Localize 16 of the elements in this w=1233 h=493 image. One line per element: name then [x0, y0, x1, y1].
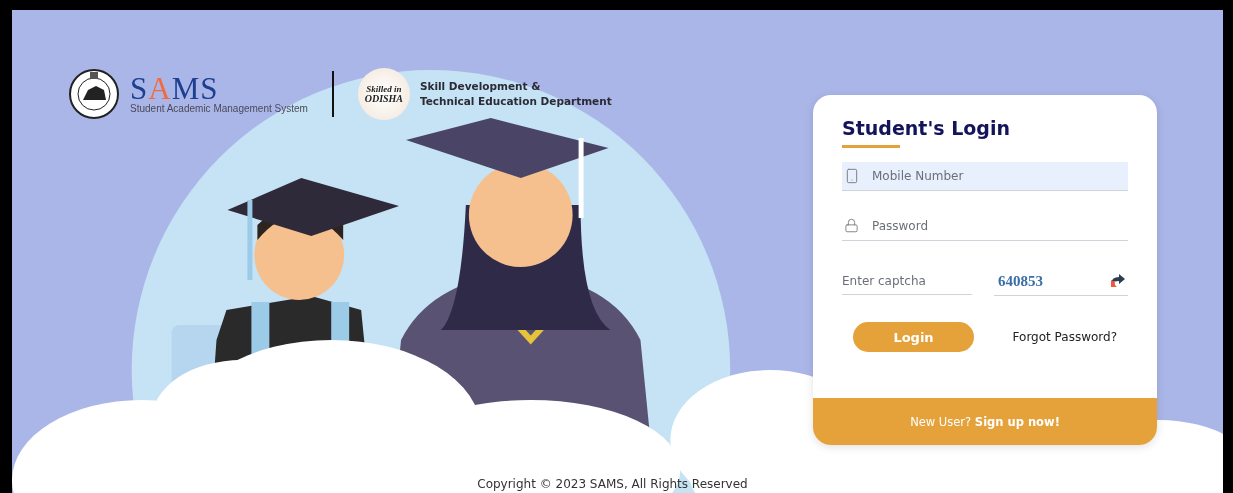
state-emblem-icon: [68, 68, 120, 120]
login-title: Student's Login: [842, 117, 1011, 139]
brand-subtitle: Student Academic Management System: [130, 102, 308, 114]
title-underline: [842, 145, 900, 148]
signup-text[interactable]: New User? Sign up now!: [910, 414, 1060, 429]
brand-name: SAMS: [130, 74, 219, 103]
input-field[interactable]: Mobile Number: [842, 162, 1128, 191]
lock-icon: [844, 218, 859, 233]
department-name: Skill Development & Technical Education Department: [419, 79, 612, 109]
captcha-code-box: 640853: [994, 267, 1128, 296]
input-field[interactable]: Password: [842, 212, 1128, 241]
phone-icon: [844, 168, 860, 184]
login-button[interactable]: Login: [853, 322, 974, 352]
captcha-field[interactable]: Enter captcha: [842, 267, 972, 295]
forgot-password-link[interactable]: Forgot Password?: [1012, 330, 1117, 344]
copyright-text: Copyright © 2023 SAMS, All Rights Reserved: [477, 477, 748, 493]
